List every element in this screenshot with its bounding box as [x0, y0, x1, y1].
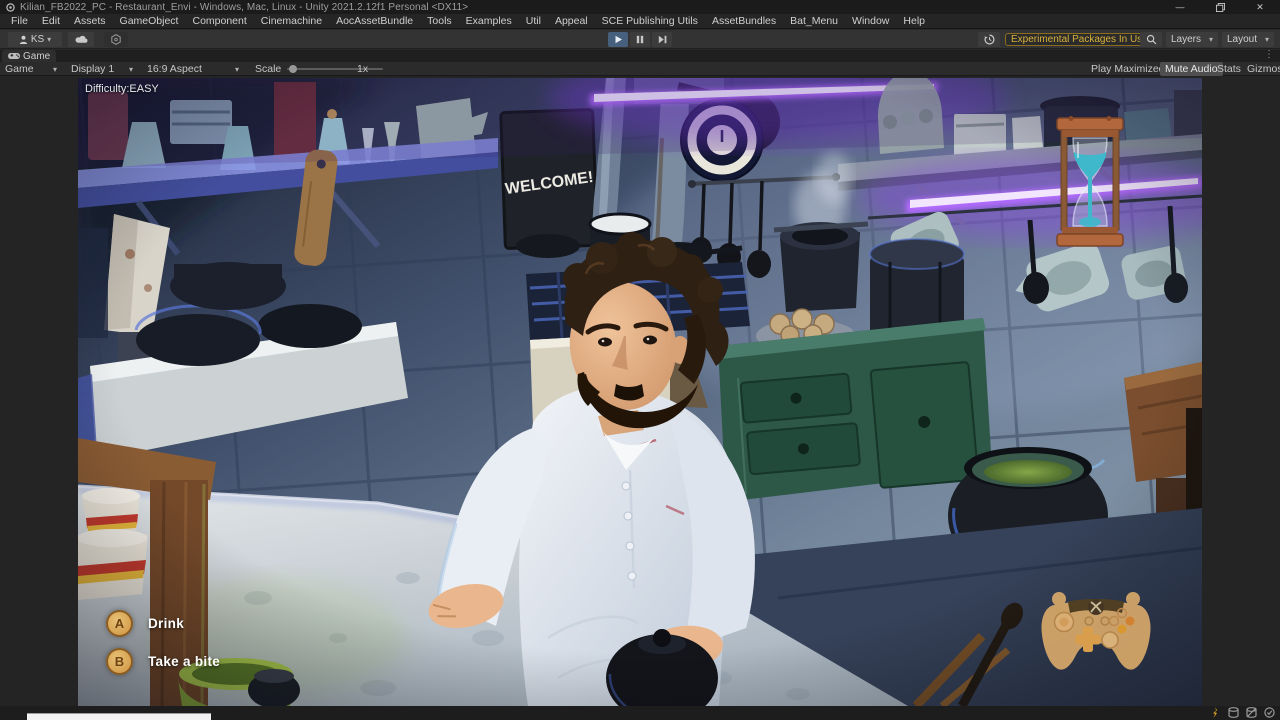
scale-value-label: 1x	[357, 63, 368, 75]
display-mode-label: Game	[5, 63, 34, 75]
background-window-edge	[27, 713, 211, 720]
kebab-menu-icon[interactable]: ⋮	[1264, 49, 1274, 60]
package-hexagon-icon	[111, 34, 121, 45]
experimental-packages-label: Experimental Packages In Use	[1011, 34, 1148, 45]
chevron-down-icon: ▾	[235, 65, 239, 74]
mute-audio-label: Mute Audio	[1165, 63, 1218, 75]
game-control-bar: Game ▾ Display 1 ▾ 16:9 Aspect ▾ Scale 1x P…	[0, 62, 1280, 76]
chevron-down-icon: ▾	[53, 65, 57, 74]
scale-value: 1x	[352, 62, 373, 76]
activity-status-icon[interactable]	[1210, 707, 1221, 718]
chevron-down-icon: ▾	[47, 35, 51, 44]
scale-slider-knob[interactable]	[289, 65, 297, 73]
version-control-button[interactable]	[104, 32, 128, 47]
display-dropdown[interactable]: Display 1 ▾	[66, 62, 138, 76]
display-label: Display 1	[71, 63, 114, 75]
unity-editor-window: Kilian_FB2022_PC - Restaurant_Envi - Win…	[0, 0, 1280, 720]
maximize-icon[interactable]	[1200, 0, 1240, 14]
search-button[interactable]	[1140, 32, 1162, 47]
menu-util[interactable]: Util	[519, 14, 548, 29]
hourglass-timer	[1045, 116, 1135, 248]
menu-cinemachine[interactable]: Cinemachine	[254, 14, 329, 29]
experimental-packages-badge[interactable]: Experimental Packages In Use ▾	[1005, 33, 1162, 46]
account-dropdown[interactable]: KS ▾	[8, 32, 62, 47]
search-icon	[1146, 34, 1157, 45]
chevron-down-icon: ▾	[1265, 35, 1269, 44]
right-stick-icon	[1102, 632, 1118, 648]
menu-bat-menu[interactable]: Bat_Menu	[783, 14, 845, 29]
history-button[interactable]	[978, 32, 1000, 47]
controller-hint-graphic	[1036, 583, 1156, 678]
gamepad-a-button-icon: A	[106, 610, 133, 637]
menu-assets[interactable]: Assets	[67, 14, 113, 29]
layers-label: Layers	[1171, 34, 1201, 45]
play-icon	[614, 35, 623, 44]
menu-appeal[interactable]: Appeal	[548, 14, 595, 29]
cloud-icon	[75, 35, 88, 44]
stats-label: Stats	[1217, 63, 1241, 75]
scale-label: Scale	[255, 63, 281, 75]
account-label: KS	[31, 34, 44, 45]
tab-strip: Game ⋮	[0, 50, 1280, 62]
gizmos-dropdown[interactable]: Gizmos▾	[1242, 62, 1280, 76]
gizmos-label: Gizmos	[1247, 63, 1280, 75]
difficulty-label: Difficulty:EASY	[85, 83, 159, 95]
pause-button[interactable]	[630, 32, 650, 47]
background-tasks-icon[interactable]	[1264, 707, 1275, 718]
action-prompts: A Drink B Take a bite	[106, 609, 220, 675]
layout-dropdown[interactable]: Layout ▾	[1222, 32, 1274, 47]
menu-help[interactable]: Help	[896, 14, 932, 29]
viewport-area: WELCOME!	[0, 76, 1280, 706]
layout-label: Layout	[1227, 34, 1257, 45]
step-icon	[658, 35, 667, 44]
minimize-icon[interactable]: —	[1160, 0, 1200, 14]
display-mode-dropdown[interactable]: Game ▾	[0, 62, 62, 76]
pause-icon	[636, 35, 644, 44]
menu-file[interactable]: File	[4, 14, 35, 29]
main-toolbar: KS ▾ Experimental Packages In Use ▾	[0, 30, 1280, 49]
gamepad-icon	[8, 52, 20, 60]
cache-server-disconnected-icon[interactable]	[1246, 707, 1257, 718]
status-bar	[0, 706, 1280, 720]
prompt-drink[interactable]: A Drink	[106, 609, 220, 637]
layers-dropdown[interactable]: Layers ▾	[1166, 32, 1218, 47]
cloud-button[interactable]	[68, 32, 94, 47]
tab-game-label: Game	[23, 51, 50, 62]
game-viewport[interactable]: WELCOME!	[78, 78, 1202, 706]
history-icon	[984, 34, 995, 45]
menu-window[interactable]: Window	[845, 14, 896, 29]
gamepad-b-button-icon: B	[106, 648, 133, 675]
play-controls	[608, 32, 672, 47]
menu-component[interactable]: Component	[185, 14, 253, 29]
prompt-take-a-bite-label: Take a bite	[148, 654, 220, 669]
app-icon	[6, 3, 15, 12]
aspect-dropdown[interactable]: 16:9 Aspect ▾	[142, 62, 244, 76]
step-button[interactable]	[652, 32, 672, 47]
aspect-label: 16:9 Aspect	[147, 63, 202, 75]
cache-server-icon[interactable]	[1228, 707, 1239, 718]
menu-aocassetbundle[interactable]: AocAssetBundle	[329, 14, 420, 29]
menu-assetbundles[interactable]: AssetBundles	[705, 14, 783, 29]
play-maximized-label: Play Maximized	[1091, 63, 1165, 75]
menu-examples[interactable]: Examples	[459, 14, 519, 29]
prompt-take-a-bite[interactable]: B Take a bite	[106, 647, 220, 675]
close-icon[interactable]: ✕	[1240, 0, 1280, 14]
kitchen-scene: WELCOME!	[78, 78, 1202, 706]
chevron-down-icon: ▾	[1209, 35, 1213, 44]
menu-sce-publishing-utils[interactable]: SCE Publishing Utils	[595, 14, 705, 29]
account-icon	[19, 35, 28, 44]
menu-gameobject[interactable]: GameObject	[113, 14, 186, 29]
tab-game[interactable]: Game	[2, 50, 56, 62]
vignette	[78, 78, 1202, 706]
stats-toggle[interactable]: Stats	[1212, 62, 1246, 76]
play-button[interactable]	[608, 32, 628, 47]
menu-edit[interactable]: Edit	[35, 14, 67, 29]
menu-bar: File Edit Assets GameObject Component Ci…	[0, 14, 1280, 29]
title-bar: Kilian_FB2022_PC - Restaurant_Envi - Win…	[0, 0, 1280, 14]
prompt-drink-label: Drink	[148, 616, 184, 631]
menu-tools[interactable]: Tools	[420, 14, 459, 29]
window-title: Kilian_FB2022_PC - Restaurant_Envi - Win…	[20, 2, 468, 13]
chevron-down-icon: ▾	[129, 65, 133, 74]
